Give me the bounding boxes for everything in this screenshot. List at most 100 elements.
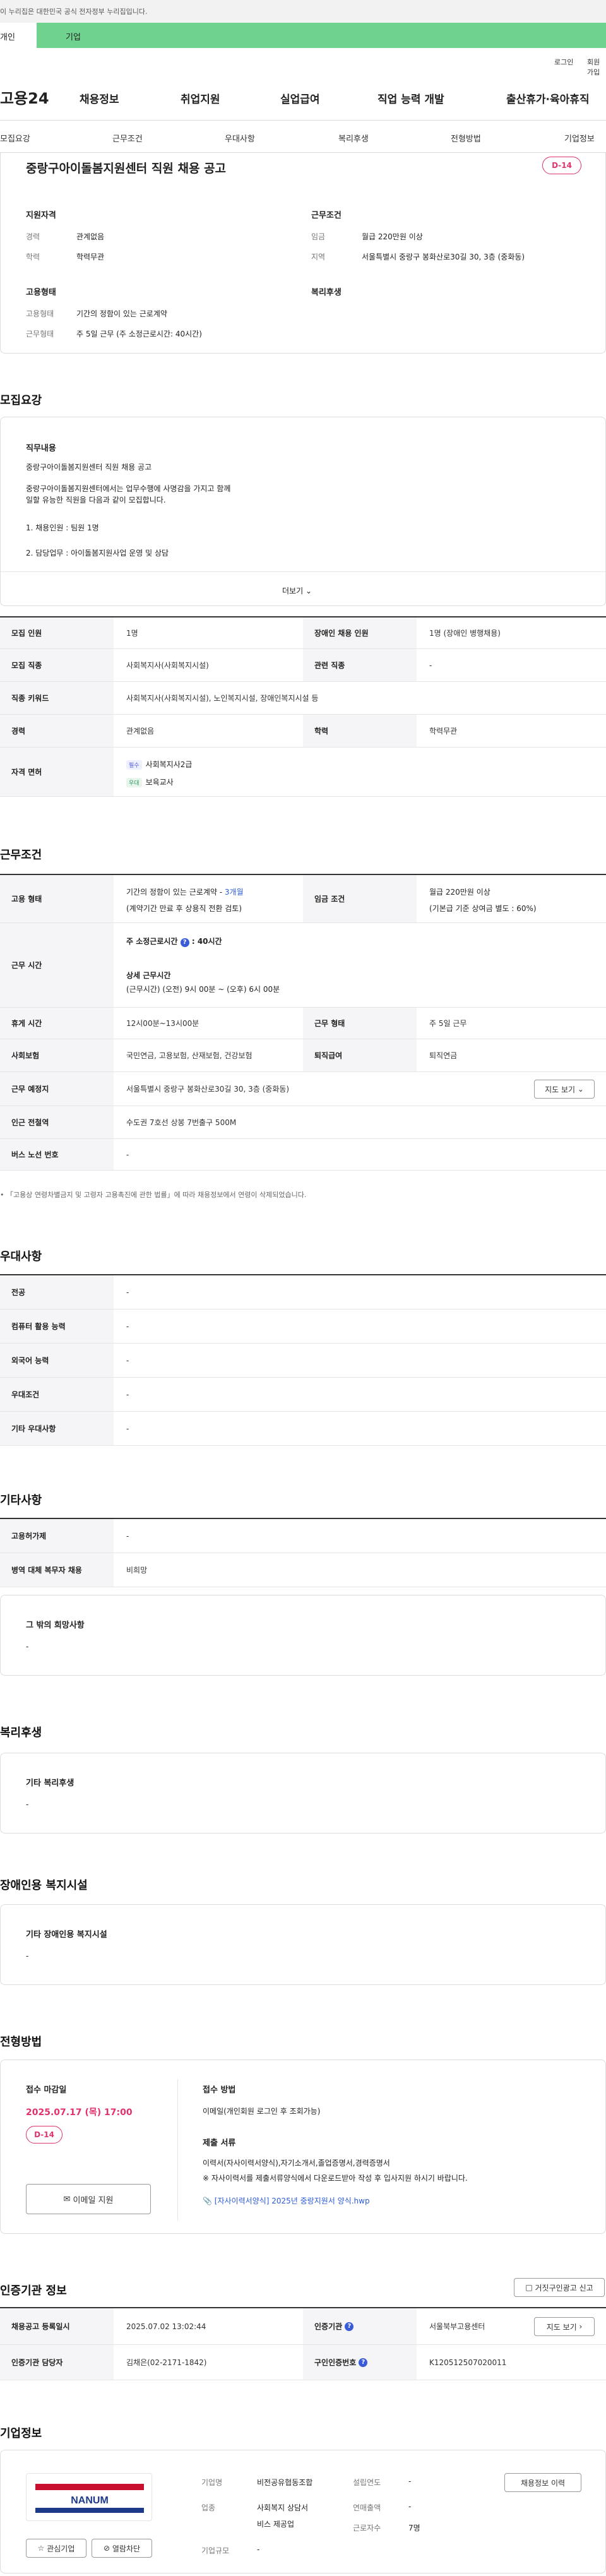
preferred-tag: 우대	[126, 778, 142, 787]
welfare-heading-summary: 복리후생	[311, 288, 342, 297]
company-name-key: 기업명	[201, 2478, 223, 2487]
map-button[interactable]: 지도 보기 ›	[534, 2317, 595, 2336]
table-header: 직종 키워드	[0, 682, 114, 714]
table-row: 버스 노선 번호 -	[0, 1139, 606, 1171]
gnb-unemployment-benefit[interactable]: 실업급여	[280, 90, 320, 106]
table-cell: 주 5일 근무	[429, 1019, 467, 1028]
license-item: 우대 보육교사	[126, 777, 174, 787]
table-cell: 사회복지사(사회복지시설), 노인복지시설, 장애인복지시설 등	[126, 694, 319, 703]
map-button[interactable]: 지도 보기 ⌄	[534, 1080, 595, 1099]
subnav-workcond[interactable]: 근무조건	[112, 132, 143, 144]
table-header: 고용허가제	[0, 1519, 114, 1553]
table-cell: 비희망	[126, 1566, 148, 1575]
facility-sub-heading: 기타 장애인용 복지시설	[26, 1930, 107, 1940]
table-header: 관련 직종	[303, 649, 417, 681]
job-desc-line: 중랑구아이돌봄지원센터에서는 업무수행에 사명감을 가지고 함께	[26, 484, 231, 493]
attachment-icon: 📎	[203, 2197, 212, 2205]
workcond-table: 고용 형태 기간의 정함이 있는 근로계약 - 3개월 (계약기간 만료 후 상…	[0, 874, 606, 1171]
method-value: 이메일(개인회원 로그인 후 조회가능)	[203, 2107, 321, 2116]
dday-badge: D-14	[26, 2126, 62, 2144]
table-row: 직종 키워드 사회복지사(사회복지시설), 노인복지시설, 장애인복지시설 등	[0, 682, 606, 715]
table-header: 근무 예정지	[0, 1072, 114, 1106]
info-icon[interactable]: ?	[180, 938, 189, 947]
required-tag: 필수	[126, 760, 142, 770]
table-header: 모집 직종	[0, 649, 114, 681]
tab-company[interactable]: 기업	[37, 23, 606, 48]
login-link[interactable]: 로그인	[554, 57, 573, 67]
pref-table: 전공 - 컴퓨터 활용 능력 - 외국어 능력 - 우대조건 - 기타 우대사항 -	[0, 1274, 606, 1446]
qual-heading: 지원자격	[26, 211, 56, 220]
table-cell: 학력무관	[429, 727, 458, 736]
report-fake-ad-button[interactable]: □ 거짓구인광고 신고	[514, 2278, 605, 2297]
table-header: 모집 인원	[0, 617, 114, 648]
size-value: -	[257, 2545, 260, 2554]
table-cell: 1명	[126, 629, 138, 638]
attachment-link[interactable]: 📎 [자사이력서양식] 2025년 중랑지원서 양식.hwp	[203, 2195, 370, 2206]
email-apply-button[interactable]: ✉ 이메일 지원	[26, 2184, 151, 2214]
subnav-welfare[interactable]: 복리후생	[338, 132, 369, 144]
table-header: 기타 우대사항	[0, 1412, 114, 1445]
age-note: • 「고용상 연령차별금지 및 고령자 고용촉진에 관한 법률」에 따라 채용정…	[0, 1191, 307, 1199]
job-desc-line: 중랑구아이돌봄지원센터 직원 채용 공고	[26, 463, 152, 472]
company-logo-image: NANUM	[35, 2484, 144, 2513]
table-cell: -	[126, 1531, 129, 1541]
divider	[177, 2079, 178, 2221]
table-header: 고용 형태	[0, 875, 114, 922]
info-icon[interactable]: ?	[359, 2358, 368, 2367]
cond-heading: 근무조건	[311, 211, 342, 220]
wage-key: 임금	[311, 232, 326, 241]
table-header: 전공	[0, 1275, 114, 1309]
table-row: 근무 예정지 서울특별시 중랑구 봉화산로30길 30, 3층 (중화동) 지도…	[0, 1072, 606, 1106]
table-cell: -	[126, 1390, 129, 1399]
pref-heading: 우대사항	[0, 1250, 42, 1263]
signup-link[interactable]: 회원가입	[587, 57, 606, 77]
table-header: 임금 조건	[303, 875, 417, 922]
dday-badge: D-14	[542, 157, 581, 174]
table-row: 모집 직종 사회복지사(사회복지시설) 관련 직종 -	[0, 649, 606, 682]
subnav-recruit[interactable]: 모집요강	[0, 132, 30, 144]
agency-heading: 인증기관 정보	[0, 2284, 67, 2298]
table-row: 인근 전철역 수도권 7호선 상봉 7번출구 500M	[0, 1106, 606, 1139]
table-cell: -	[429, 660, 432, 670]
subnav-process[interactable]: 전형방법	[451, 132, 481, 144]
table-header: 외국어 능력	[0, 1344, 114, 1377]
gnb-leave[interactable]: 출산휴가·육아휴직	[506, 90, 590, 106]
tab-person[interactable]: 개인	[0, 23, 37, 48]
employees-key: 근로자수	[353, 2524, 381, 2532]
table-header: 우대조건	[0, 1378, 114, 1411]
worktype-key: 근무형태	[26, 330, 54, 338]
table-header: 버스 노선 번호	[0, 1139, 114, 1170]
table-row: 고용 형태 기간의 정함이 있는 근로계약 - 3개월 (계약기간 만료 후 상…	[0, 875, 606, 923]
etc-table: 고용허가제 - 병역 대체 복무자 채용 비희망	[0, 1518, 606, 1587]
loc-key: 지역	[311, 253, 326, 261]
favorite-company-button[interactable]: ☆ 관심기업	[26, 2539, 86, 2558]
table-header: 장애인 채용 인원	[303, 617, 417, 648]
block-company-button[interactable]: ⊘ 열람차단	[92, 2539, 152, 2558]
table-cell: -	[126, 1424, 129, 1433]
table-cell: 관계없음	[126, 727, 155, 736]
company-heading: 기업정보	[0, 2427, 42, 2440]
gnb-skills[interactable]: 직업 능력 개발	[377, 90, 444, 106]
job-history-button[interactable]: 채용정보 이력	[504, 2473, 581, 2492]
table-cell: (계약기간 만료 후 상용직 전환 검토)	[126, 904, 242, 913]
job-desc-line: 1. 채용인원 : 팀원 1명	[26, 523, 99, 532]
table-cell: 기간의 정함이 있는 근로계약 - 3개월	[126, 888, 244, 897]
welfare-value: -	[26, 1800, 29, 1809]
chevron-right-icon: ›	[579, 2322, 583, 2331]
info-icon[interactable]: ?	[345, 2322, 354, 2331]
more-button[interactable]: 더보기 ⌄	[282, 585, 312, 596]
table-row: 기타 우대사항 -	[0, 1412, 606, 1446]
table-header: 인근 전철역	[0, 1106, 114, 1138]
gnb-employment-support[interactable]: 취업지원	[181, 90, 220, 106]
table-cell: 서울특별시 중랑구 봉화산로30길 30, 3층 (중화동)	[126, 1085, 290, 1094]
subnav-company[interactable]: 기업정보	[564, 132, 595, 144]
subnav-pref[interactable]: 우대사항	[225, 132, 255, 144]
chevron-down-icon: ⌄	[577, 1085, 584, 1094]
recruit-heading: 모집요강	[0, 394, 42, 407]
gnb-jobs[interactable]: 채용정보	[80, 90, 119, 106]
process-card: 접수 마감일 2025.07.17 (목) 17:00 D-14 ✉ 이메일 지…	[0, 2060, 606, 2234]
workcond-heading: 근무조건	[0, 849, 42, 862]
welfare-sub-heading: 기타 복리후생	[26, 1779, 74, 1788]
facility-value: -	[26, 1952, 29, 1960]
site-logo[interactable]: 고용24	[0, 86, 49, 108]
